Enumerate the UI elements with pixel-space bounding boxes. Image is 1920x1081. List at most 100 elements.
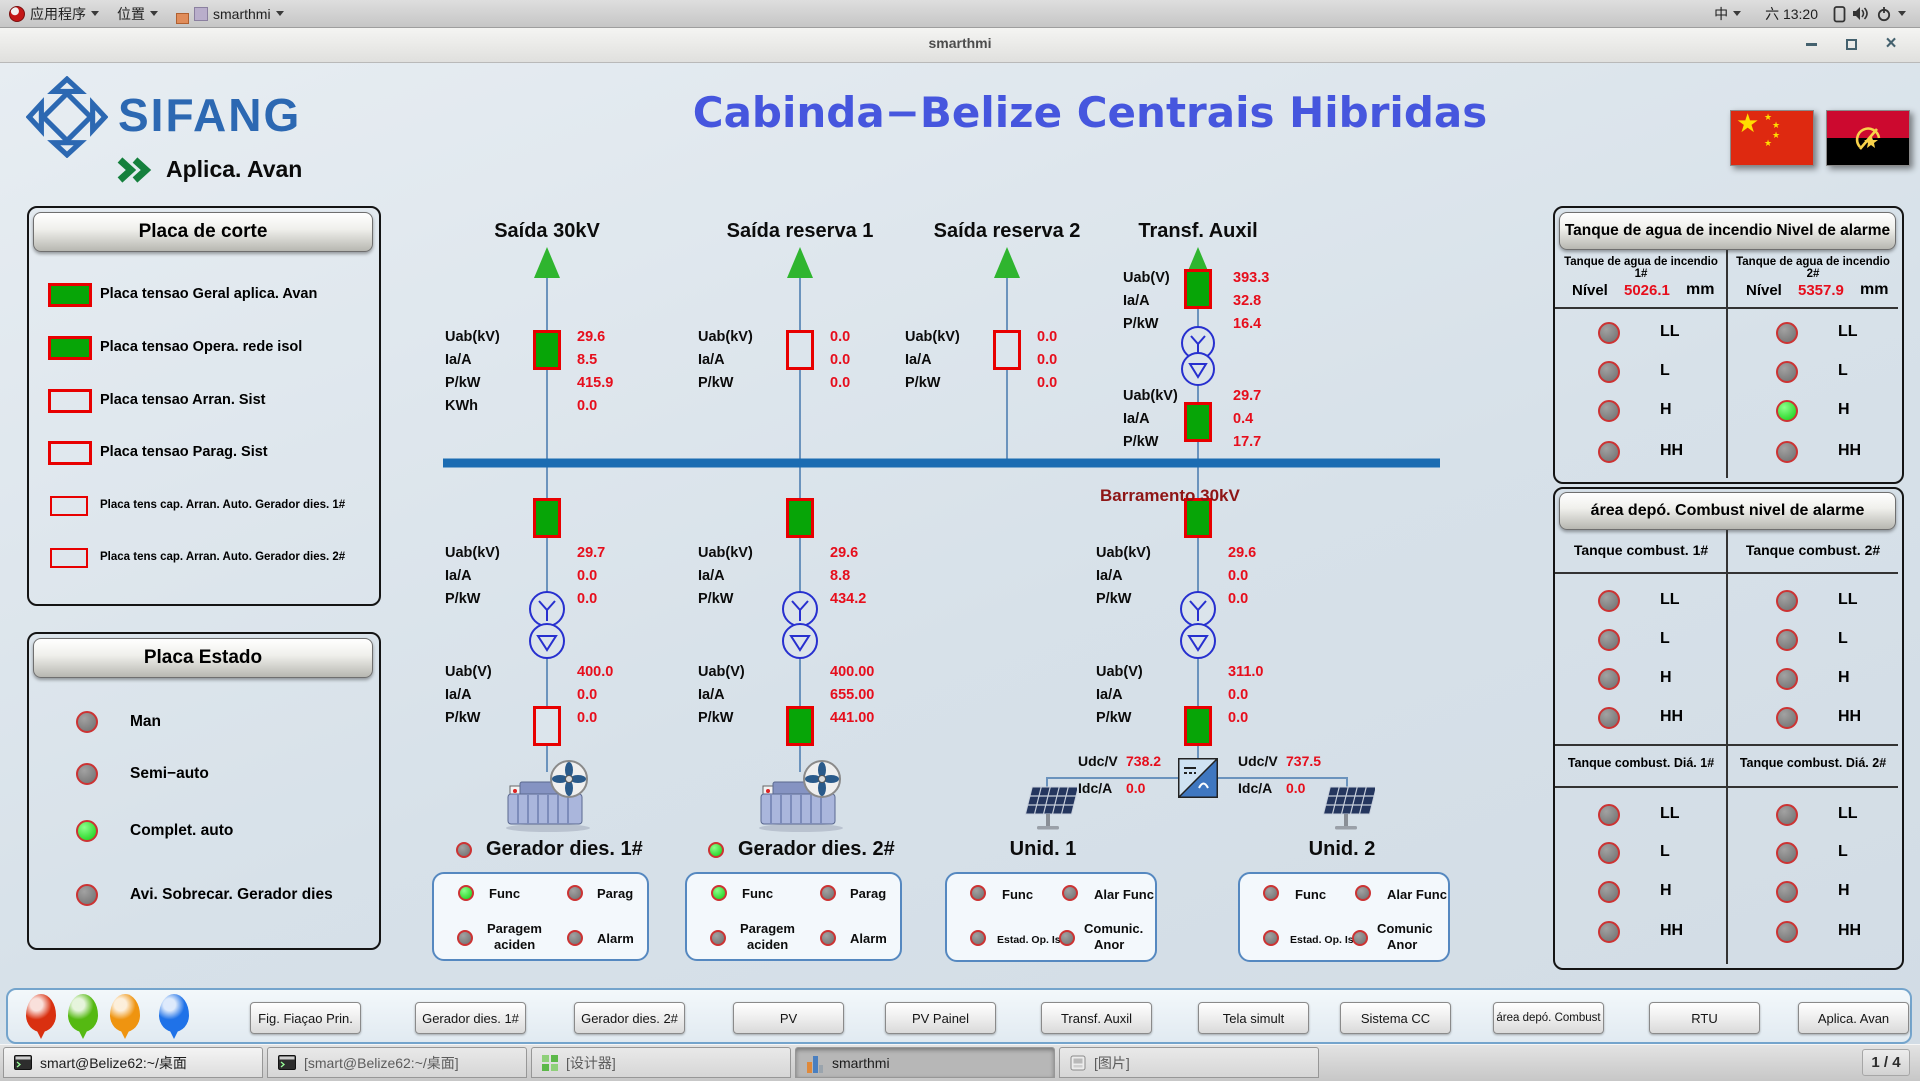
nav-button-gerador-dies-2[interactable]: Gerador dies. 2# xyxy=(574,1002,685,1034)
clock[interactable]: 六 13:20 xyxy=(1756,4,1827,24)
meas-block-pv-lower: Uab(V)311.0 Ia/A0.0 P/kW0.0 xyxy=(1096,660,1264,729)
alarm-led xyxy=(1598,921,1620,943)
meas-value: 0.0 xyxy=(577,687,597,703)
hmi-navigation-toolbar: Fig. Fiaçao Prin. Gerador dies. 1# Gerad… xyxy=(6,988,1912,1044)
nav-button-tela-simult[interactable]: Tela simult xyxy=(1198,1002,1309,1034)
meas-value: 441.00 xyxy=(830,710,874,726)
meas-value: 0.0 xyxy=(1228,568,1248,584)
meas-label: Ia/A xyxy=(445,352,577,368)
nivel-unit: mm xyxy=(1860,281,1888,299)
level-label: LL xyxy=(1660,591,1680,609)
minimize-button[interactable] xyxy=(1798,34,1824,54)
alarm-led xyxy=(1776,441,1798,463)
meas-value: 737.5 xyxy=(1286,753,1321,769)
meas-value: 0.0 xyxy=(577,568,597,584)
placa-indicator xyxy=(50,548,88,568)
estado-led xyxy=(76,884,98,906)
taskbar-item-terminal1[interactable]: smart@Belize62:~/桌面 xyxy=(3,1047,263,1078)
alarm-led xyxy=(1598,400,1620,422)
active-app-menu[interactable]: smarthmi xyxy=(167,0,293,27)
breaker-gen2-upper[interactable] xyxy=(786,498,814,538)
chevron-down-icon xyxy=(1733,11,1741,16)
meas-value: 29.7 xyxy=(577,545,605,561)
alarm-led xyxy=(1776,400,1798,422)
comunic-label2: Anor xyxy=(1387,937,1417,952)
terminal-icon xyxy=(14,1055,32,1070)
taskbar-item-smarthmi[interactable]: smarthmi xyxy=(795,1047,1055,1078)
meas-value: 8.8 xyxy=(830,568,850,584)
taskbar-item-image-viewer[interactable]: [图片] xyxy=(1059,1047,1319,1078)
func-label: Func xyxy=(489,886,520,901)
alar-func-label: Alar Func xyxy=(1387,887,1447,902)
nivel-value: 5026.1 xyxy=(1624,282,1670,299)
level-label: H xyxy=(1838,401,1850,419)
meas-label: P/kW xyxy=(445,591,577,607)
placa-label: Placa tensao Geral aplica. Avan xyxy=(100,286,317,302)
taskbar-item-designer[interactable]: [设计器] xyxy=(531,1047,791,1078)
meas-label: Uab(V) xyxy=(698,664,830,680)
page-title: Cabinda−Belize Centrais Hibridas xyxy=(690,88,1490,137)
battery-icon[interactable] xyxy=(1833,5,1846,23)
meas-value: 0.0 xyxy=(830,329,850,345)
volume-icon[interactable] xyxy=(1852,6,1870,21)
applications-menu[interactable]: 应用程序 xyxy=(0,0,108,27)
placa-indicator xyxy=(50,496,88,516)
unid2-status-box: Func Alar Func Estad. Op. Isol Comunic A… xyxy=(1238,872,1450,962)
input-method-indicator[interactable]: 中 xyxy=(1705,4,1750,24)
diesel-generator-icon xyxy=(755,748,847,834)
nav-button-fig-fiacao-prin[interactable]: Fig. Fiaçao Prin. xyxy=(250,1002,361,1034)
nav-button-aplica-avan[interactable]: Aplica. Avan xyxy=(1798,1002,1909,1034)
places-menu[interactable]: 位置 xyxy=(108,0,167,27)
meas-label: Uab(kV) xyxy=(698,329,830,345)
meas-label: P/kW xyxy=(698,375,830,391)
fuel-tank2-name: Tanque combust. 2# xyxy=(1730,542,1896,558)
nav-button-area-depo-combust[interactable]: área depó. Combust xyxy=(1493,1002,1604,1034)
level-label: LL xyxy=(1838,591,1858,609)
feeder-title: Saída 30kV xyxy=(437,220,657,243)
solar-panel-icon xyxy=(1317,784,1375,832)
meas-block-pv-upper: Uab(kV)29.6 Ia/A0.0 P/kW0.0 xyxy=(1096,541,1256,610)
fuel-tank4-name: Tanque combust. Diá. 2# xyxy=(1730,756,1896,770)
meas-label: Udc/V xyxy=(1238,753,1286,769)
designer-grid-icon xyxy=(542,1055,558,1071)
status-balloon-green-icon xyxy=(68,994,98,1032)
nav-button-gerador-dies-1[interactable]: Gerador dies. 1# xyxy=(415,1002,526,1034)
func-label: Func xyxy=(1002,887,1033,902)
power-icon[interactable] xyxy=(1876,6,1892,22)
estad-op-isol-led xyxy=(970,930,986,946)
placa-label: Placa tensao Parag. Sist xyxy=(100,444,268,460)
nav-button-sistema-cc[interactable]: Sistema CC xyxy=(1340,1002,1451,1034)
alarm-label: Alarm xyxy=(850,931,887,946)
nav-button-rtu[interactable]: RTU xyxy=(1649,1002,1760,1034)
taskbar-item-label: [smart@Belize62:~/桌面] xyxy=(304,1053,459,1073)
fuel-tank1-name: Tanque combust. 1# xyxy=(1558,542,1724,558)
window-title: smarthmi xyxy=(0,35,1920,51)
paragem-aciden-led xyxy=(710,930,726,946)
close-button[interactable]: × xyxy=(1878,34,1904,54)
feeder-title: Transf. Auxil xyxy=(1088,220,1308,243)
level-label: L xyxy=(1660,362,1670,380)
alarm-led xyxy=(1598,629,1620,651)
taskbar-item-terminal2[interactable]: [smart@Belize62:~/桌面] xyxy=(267,1047,527,1078)
meas-label: P/kW xyxy=(1096,710,1228,726)
water-tank2-name: Tanque de agua de incendio 2# xyxy=(1730,256,1896,280)
level-label: HH xyxy=(1660,442,1683,460)
meas-label: P/kW xyxy=(698,710,830,726)
level-label: LL xyxy=(1660,805,1680,823)
nav-button-pv[interactable]: PV xyxy=(733,1002,844,1034)
nav-button-pv-painel[interactable]: PV Painel xyxy=(885,1002,996,1034)
gen1-status-box: Func Parag Paragem aciden Alarm xyxy=(432,872,649,961)
gen1-status-led xyxy=(456,842,472,858)
level-label: LL xyxy=(1660,323,1680,341)
workspace-switcher[interactable]: 1 / 4 xyxy=(1862,1049,1910,1076)
breaker-gen1-upper[interactable] xyxy=(533,498,561,538)
meas-label: Uab(kV) xyxy=(445,329,577,345)
meas-label: Ia/A xyxy=(698,687,830,703)
nav-button-transf-auxil[interactable]: Transf. Auxil xyxy=(1041,1002,1152,1034)
meas-label: Ia/A xyxy=(698,568,830,584)
meas-value: 0.0 xyxy=(1126,780,1145,796)
placa-label: Placa tens cap. Arran. Auto. Gerador die… xyxy=(100,551,345,563)
meas-label: P/kW xyxy=(445,375,577,391)
maximize-button[interactable] xyxy=(1838,34,1864,54)
meas-label: Ia/A xyxy=(1096,568,1228,584)
